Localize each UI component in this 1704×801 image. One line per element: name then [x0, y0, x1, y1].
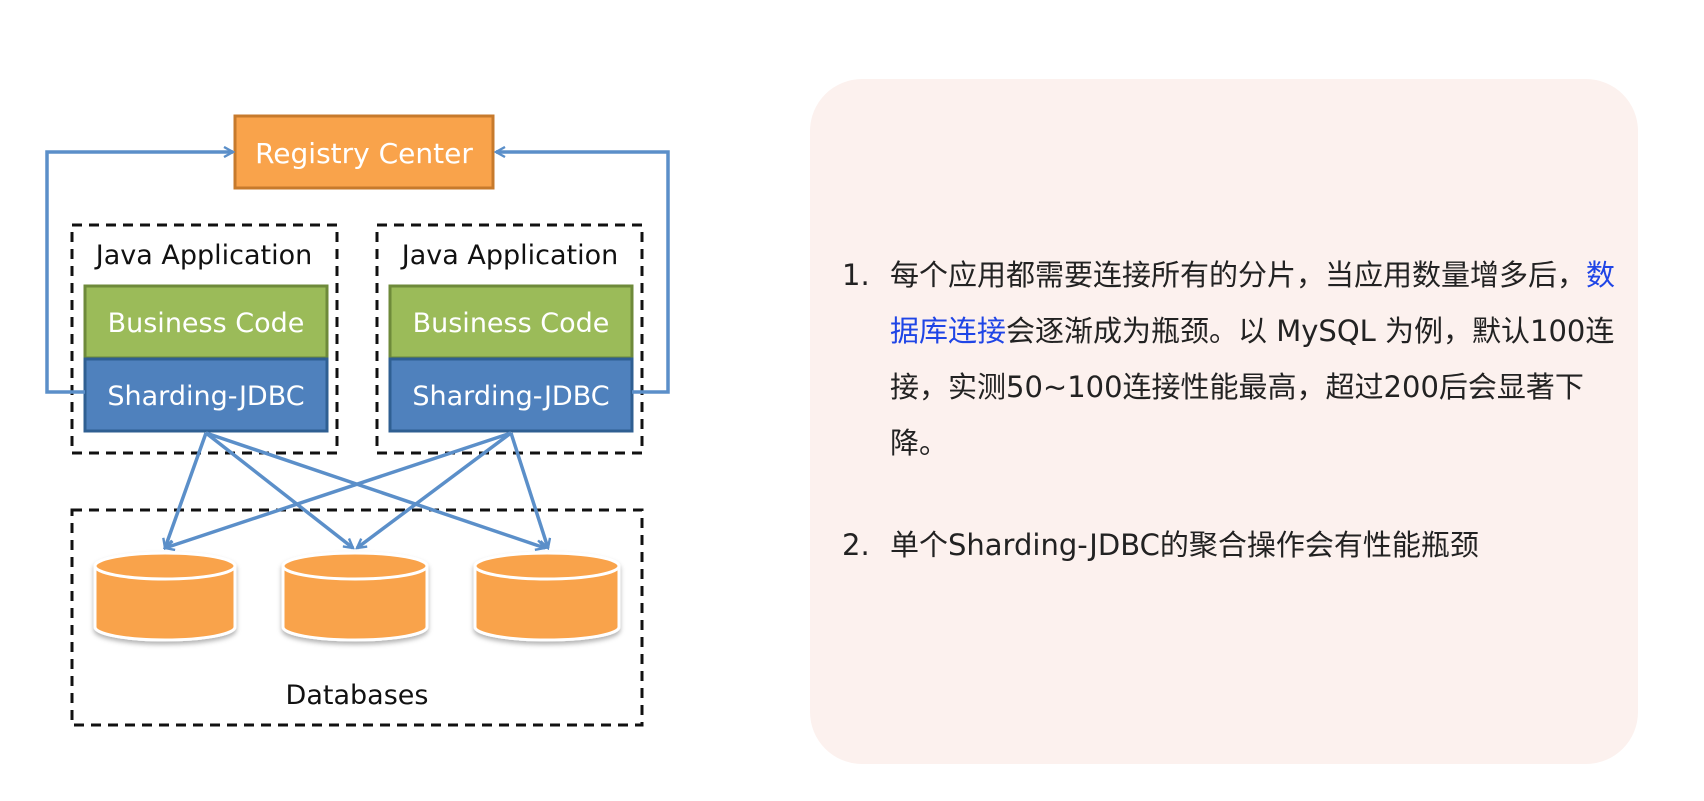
note-1-lead: 每个应用都需要连接所有的分片，当应用数量增多后， — [890, 258, 1587, 292]
sharding-jdbc-label-2: Sharding-JDBC — [412, 381, 609, 412]
sharding-jdbc-label-1: Sharding-JDBC — [107, 381, 304, 412]
arrow-app1-db3 — [205, 431, 545, 548]
business-code-label-1: Business Code — [108, 308, 305, 339]
database-cylinder-3 — [473, 551, 621, 642]
note-2-text: 单个Sharding-JDBC的聚合操作会有性能瓶颈 — [890, 528, 1479, 562]
database-cylinder-1 — [93, 551, 237, 642]
notes-list: 1. 每个应用都需要连接所有的分片，当应用数量增多后，数据库连接会逐渐成为瓶颈。… — [842, 247, 1622, 573]
notes-panel: 1. 每个应用都需要连接所有的分片，当应用数量增多后，数据库连接会逐渐成为瓶颈。… — [810, 79, 1638, 764]
java-application-title-2: Java Application — [400, 240, 618, 271]
note-item-2: 2. 单个Sharding-JDBC的聚合操作会有性能瓶颈 — [842, 517, 1622, 573]
architecture-diagram: Registry Center Java Application Busines… — [45, 114, 670, 727]
note-item-1: 1. 每个应用都需要连接所有的分片，当应用数量增多后，数据库连接会逐渐成为瓶颈。… — [842, 247, 1622, 471]
java-application-title-1: Java Application — [94, 240, 312, 271]
business-code-label-2: Business Code — [413, 308, 610, 339]
arrow-app1-db2 — [204, 431, 353, 548]
note-number-2: 2. — [842, 528, 870, 562]
arrow-app2-db1 — [165, 431, 512, 548]
arrow-app1-db1 — [165, 432, 208, 548]
arrow-app2-db3 — [509, 432, 548, 548]
note-number-1: 1. — [842, 258, 870, 292]
database-cylinder-2 — [281, 551, 429, 642]
registry-center-label: Registry Center — [255, 137, 473, 170]
databases-label: Databases — [286, 680, 429, 711]
